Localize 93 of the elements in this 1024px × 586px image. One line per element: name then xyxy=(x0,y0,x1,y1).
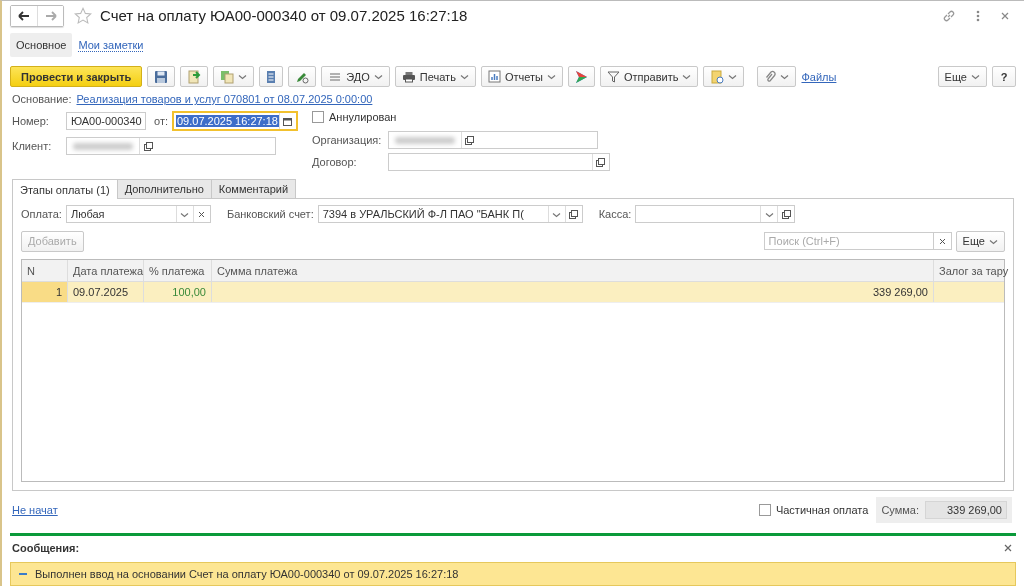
table-cell: 339 269,00 xyxy=(212,282,934,303)
documents-icon xyxy=(220,69,235,84)
print-button[interactable]: Печать xyxy=(394,66,476,88)
date-label: от: xyxy=(154,115,168,128)
star-icon[interactable] xyxy=(74,6,92,25)
basis-label: Основание: xyxy=(12,93,72,106)
attach-button[interactable] xyxy=(757,66,797,88)
back-button[interactable] xyxy=(11,5,37,26)
save-button[interactable] xyxy=(147,66,176,88)
number-label: Номер: xyxy=(12,115,50,128)
caret-icon xyxy=(238,72,248,82)
caret-icon xyxy=(682,72,692,82)
open-icon xyxy=(143,141,153,151)
edo-button[interactable]: ЭДО xyxy=(321,66,390,88)
table-cell: 1 xyxy=(22,282,68,303)
payment-label: Оплата: xyxy=(21,208,62,221)
printer-icon xyxy=(401,70,416,83)
funnel-icon xyxy=(606,70,620,83)
client-field[interactable] xyxy=(66,137,276,156)
paperclip-icon xyxy=(764,69,777,84)
column-header[interactable]: Сумма платежа xyxy=(212,260,934,282)
search-field[interactable]: Поиск (Ctrl+F) xyxy=(763,232,934,251)
column-header[interactable]: % платежа xyxy=(144,260,212,282)
column-header[interactable]: Дата платежа xyxy=(68,260,144,282)
clear-icon xyxy=(198,210,206,218)
open-icon xyxy=(596,157,606,167)
colored-arrow-icon xyxy=(574,69,588,84)
files-link[interactable]: Файлы xyxy=(801,70,837,83)
date-field[interactable]: 09.07.2025 16:27:18 xyxy=(172,111,298,132)
help-button[interactable]: ? xyxy=(992,66,1016,88)
reports-button[interactable]: Отчеты xyxy=(480,66,563,88)
clear-icon xyxy=(938,237,946,245)
cash-field[interactable] xyxy=(635,205,796,224)
tab[interactable]: Этапы оплаты (1) xyxy=(12,179,118,200)
column-header[interactable]: N xyxy=(22,260,68,282)
partial-payment-checkbox[interactable]: Частичная оплата xyxy=(758,500,869,520)
number-field[interactable]: ЮА00-000340 xyxy=(66,112,146,131)
contract-field[interactable] xyxy=(388,153,610,172)
sum-value: 339 269,00 xyxy=(925,501,1007,519)
organization-field[interactable] xyxy=(388,131,598,150)
document-clock-icon xyxy=(710,69,725,84)
section-tab[interactable]: Мои заметки xyxy=(72,33,150,58)
tab[interactable]: Комментарий xyxy=(210,179,297,199)
edit-button[interactable] xyxy=(288,66,317,88)
sum-label: Сумма: xyxy=(881,504,919,516)
exchange-icon xyxy=(328,70,343,83)
list-icon xyxy=(266,69,277,84)
right-arrow-icon xyxy=(44,10,57,21)
more-icon[interactable] xyxy=(976,8,980,23)
messages-title: Сообщения: xyxy=(12,542,80,554)
cancelled-checkbox[interactable]: Аннулирован xyxy=(312,107,610,128)
share-button[interactable] xyxy=(567,66,595,88)
section-tab[interactable]: Основное xyxy=(10,33,73,58)
cash-label: Касса: xyxy=(598,208,632,221)
link-icon[interactable] xyxy=(942,8,956,23)
bank-account-field[interactable]: 7394 в УРАЛЬСКИЙ Ф-Л ПАО "БАНК П( xyxy=(317,205,583,224)
calendar-icon xyxy=(283,116,293,126)
report-icon xyxy=(487,70,501,84)
close-icon[interactable] xyxy=(1000,10,1010,21)
client-label: Клиент: xyxy=(12,140,53,153)
post-and-close-button[interactable]: Провести и закрыть xyxy=(10,66,143,88)
message[interactable]: Выполнен ввод на основании Счет на оплату ЮА00-000340 от 09.07.2025 16:27:18 xyxy=(10,562,1016,586)
open-icon xyxy=(465,135,475,145)
contract-label: Договор: xyxy=(312,156,358,169)
caret-icon xyxy=(459,72,469,82)
create-based-button[interactable] xyxy=(213,66,255,88)
table-cell: 09.07.2025 xyxy=(68,282,144,303)
caret-icon xyxy=(546,72,556,82)
document-menu-button[interactable] xyxy=(703,66,745,88)
journal-button[interactable] xyxy=(259,66,284,88)
redacted-text xyxy=(395,136,455,144)
table-row[interactable]: 1 09.07.2025 100,00 339 269,00 xyxy=(22,282,1004,304)
post-button[interactable] xyxy=(180,66,209,88)
window-title: Счет на оплату ЮА00-000340 от 09.07.2025 16:27:18 xyxy=(100,7,468,25)
send-button[interactable]: Отправить xyxy=(599,66,699,88)
caret-icon xyxy=(780,72,790,82)
more-button[interactable]: Еще xyxy=(955,230,1005,252)
open-icon xyxy=(569,209,579,219)
tab[interactable]: Дополнительно xyxy=(116,179,212,199)
more-button[interactable]: Еще xyxy=(937,66,987,88)
close-icon[interactable] xyxy=(1004,544,1012,552)
bank-account-label: Банковский счет: xyxy=(226,208,314,221)
organization-label: Организация: xyxy=(312,134,383,147)
caret-icon xyxy=(373,72,383,82)
redacted-text xyxy=(73,142,133,150)
basis-link[interactable]: Реализация товаров и услуг 070801 от 08.07.2025 0:00:00 xyxy=(76,93,373,106)
payment-field[interactable]: Любая xyxy=(65,205,211,224)
open-icon xyxy=(781,209,791,219)
caret-icon xyxy=(728,72,738,82)
status-link[interactable]: Не начат xyxy=(12,504,58,516)
caret-icon xyxy=(971,72,980,82)
left-arrow-icon xyxy=(18,10,30,21)
table-cell: 100,00 xyxy=(144,282,212,303)
